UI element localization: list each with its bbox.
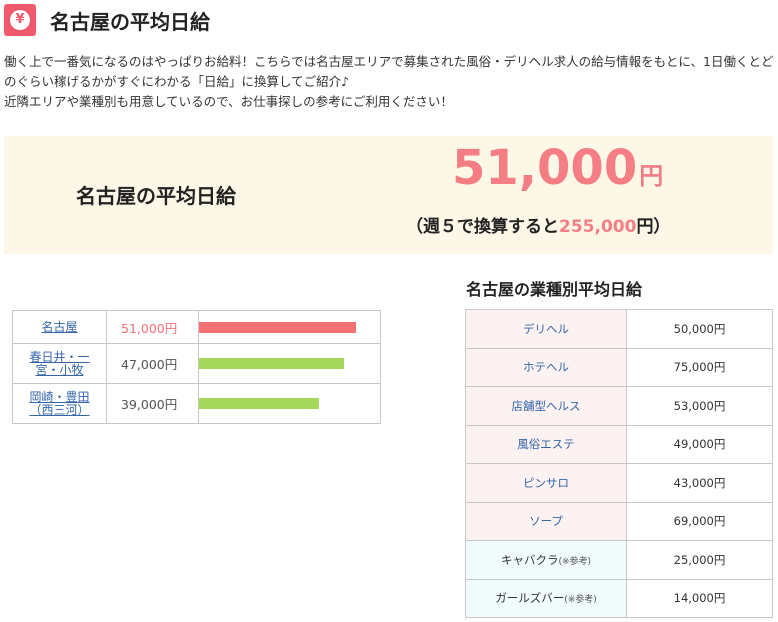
area-link[interactable]: 春日井・一宮・小牧: [29, 350, 89, 377]
area-value: 47,000円: [106, 343, 199, 384]
area-row: 名古屋 51,000円: [12, 310, 381, 344]
page-header: ¥ 名古屋の平均日給: [0, 0, 778, 40]
type-value: 75,000円: [626, 347, 773, 387]
area-wage-table: 名古屋 51,000円 春日井・一宮・小牧 47,000円 岡崎・豊田（西三河） 39,0…: [12, 310, 381, 424]
area-bar-cell: [198, 343, 381, 384]
type-name-cell[interactable]: ピンサロ: [465, 463, 627, 503]
intro-line-2: 近隣エリアや業種別も用意しているので、お仕事探しの参考にご利用ください！: [4, 94, 453, 109]
type-value: 43,000円: [626, 463, 773, 503]
area-name-cell: 岡崎・豊田（西三河）: [12, 383, 107, 424]
yen-glyph: ¥: [10, 10, 30, 30]
type-row: 店舗型ヘルス 53,000円: [465, 386, 773, 426]
summary-label: 名古屋の平均日給: [76, 184, 236, 208]
type-row: ソープ 69,000円: [465, 501, 773, 541]
type-section-title: 名古屋の業種別平均日給: [466, 280, 643, 299]
weekly-prefix: （週５で換算すると: [406, 217, 559, 237]
type-name: ガールズバー: [495, 591, 565, 606]
type-name-cell: ガールズバー(※参考): [465, 578, 627, 618]
type-value: 14,000円: [626, 578, 773, 618]
type-note: (※参考): [558, 556, 592, 567]
area-bar: [199, 398, 319, 409]
type-row: キャバクラ(※参考) 25,000円: [465, 540, 773, 580]
type-note: (※参考): [564, 595, 597, 606]
type-row: デリヘル 50,000円: [465, 309, 773, 349]
type-name-cell[interactable]: ホテヘル: [465, 347, 627, 387]
weekly-estimate: （週５で換算すると255,000円）: [406, 212, 670, 237]
area-bar-cell: [198, 310, 381, 344]
type-name: 風俗エステ: [517, 437, 575, 452]
type-row: ガールズバー(※参考) 14,000円: [465, 578, 773, 618]
area-row: 岡崎・豊田（西三河） 39,000円: [12, 383, 381, 424]
intro-line-1: 働く上で一番気になるのはやっぱりお給料！こちらでは名古屋エリアで募集された風俗・…: [4, 54, 774, 89]
type-value: 53,000円: [626, 386, 773, 426]
weekly-suffix: 円）: [636, 217, 671, 237]
type-name: キャバクラ: [500, 552, 559, 567]
area-bar: [199, 358, 344, 369]
type-name: ソープ: [529, 514, 563, 529]
area-value: 51,000円: [106, 310, 199, 344]
type-name-cell: キャバクラ(※参考): [465, 540, 627, 580]
area-bar: [199, 321, 356, 333]
yen-icon: ¥: [4, 4, 36, 36]
type-row: ピンサロ 43,000円: [465, 463, 773, 503]
average-unit: 円: [639, 162, 664, 190]
area-name-cell: 春日井・一宮・小牧: [12, 343, 107, 384]
type-value: 50,000円: [626, 309, 773, 349]
type-value: 69,000円: [626, 501, 773, 541]
area-name-cell: 名古屋: [12, 310, 107, 344]
average-summary-box: 名古屋の平均日給 51,000円 （週５で換算すると255,000円）: [4, 136, 773, 254]
type-name: 店舗型ヘルス: [511, 398, 581, 413]
area-link[interactable]: 岡崎・豊田（西三河）: [29, 390, 89, 417]
type-name: ホテヘル: [523, 360, 569, 375]
type-name-cell[interactable]: 店舗型ヘルス: [465, 386, 627, 426]
type-name-cell[interactable]: 風俗エステ: [465, 424, 627, 464]
type-name-cell[interactable]: ソープ: [465, 501, 627, 541]
type-name: デリヘル: [523, 321, 569, 336]
area-bar-cell: [198, 383, 381, 424]
type-wage-table: デリヘル 50,000円 ホテヘル 75,000円 店舗型ヘルス 53,000円 風俗エステ…: [465, 309, 773, 618]
area-value: 39,000円: [106, 383, 199, 424]
weekly-value: 255,000: [559, 217, 637, 237]
type-value: 25,000円: [626, 540, 773, 580]
intro-text: 働く上で一番気になるのはやっぱりお給料！こちらでは名古屋エリアで募集された風俗・…: [4, 52, 774, 112]
type-value: 49,000円: [626, 424, 773, 464]
area-link[interactable]: 名古屋: [41, 320, 77, 334]
page-title: 名古屋の平均日給: [50, 10, 210, 34]
type-name: ピンサロ: [523, 475, 569, 490]
area-row: 春日井・一宮・小牧 47,000円: [12, 343, 381, 384]
type-row: ホテヘル 75,000円: [465, 347, 773, 387]
average-value: 51,000: [452, 140, 638, 196]
type-row: 風俗エステ 49,000円: [465, 424, 773, 464]
type-name-cell[interactable]: デリヘル: [465, 309, 627, 349]
average-daily-wage: 51,000円: [452, 140, 663, 196]
